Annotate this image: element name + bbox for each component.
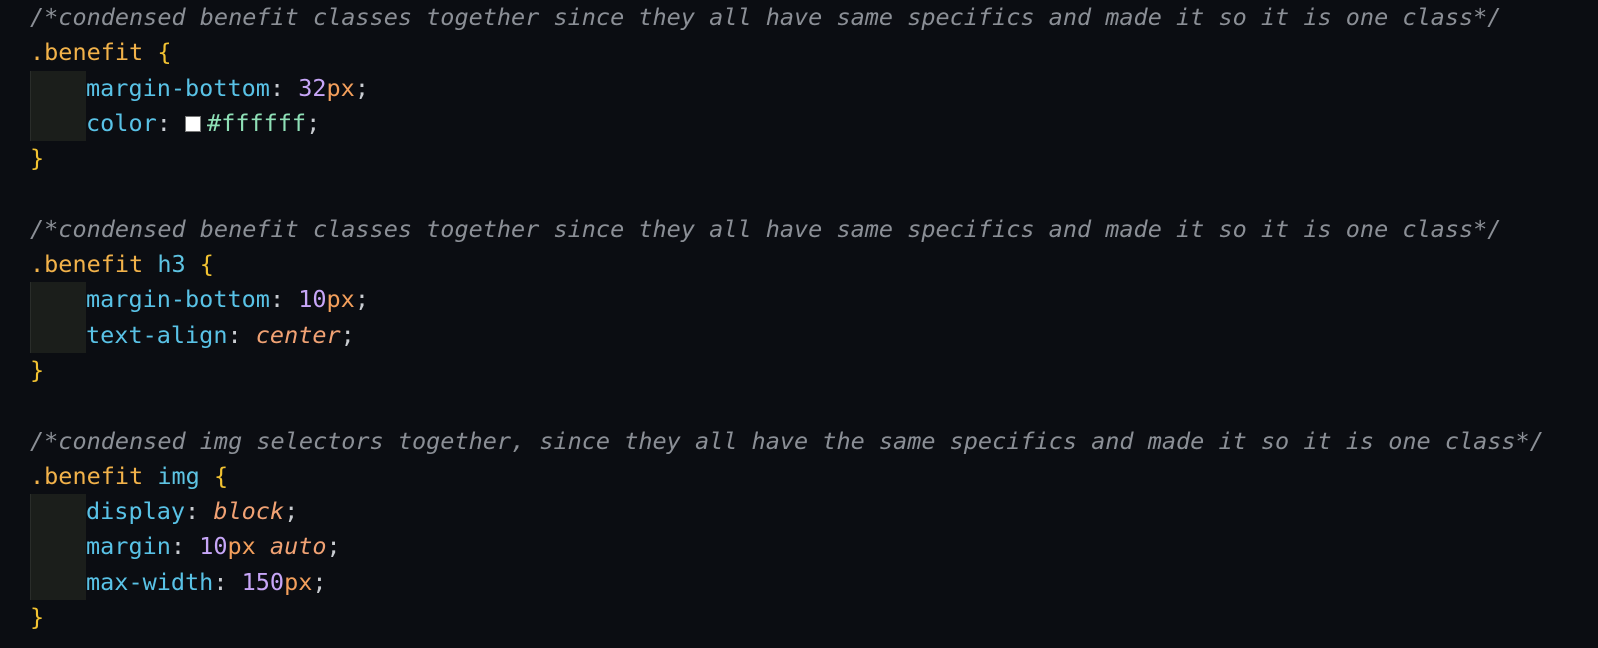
semicolon: ; xyxy=(354,285,369,314)
color-swatch-icon[interactable] xyxy=(185,115,202,132)
indent-guide xyxy=(30,282,86,318)
css-keyword-value: center xyxy=(255,320,341,349)
css-property: color xyxy=(86,108,157,137)
open-brace: { xyxy=(157,38,172,67)
css-keyword-value: block xyxy=(213,497,285,526)
css-property: text-align xyxy=(86,320,228,349)
code-line-close[interactable]: } xyxy=(30,600,1590,635)
code-line-declaration[interactable]: text-align: center; xyxy=(30,317,1590,353)
css-selector-element: img xyxy=(143,461,200,490)
code-line-comment[interactable]: /*condensed benefit classes together sin… xyxy=(30,0,1590,35)
open-brace: { xyxy=(199,250,214,279)
css-unit: px xyxy=(326,73,355,102)
semicolon: ; xyxy=(284,497,299,526)
semicolon: ; xyxy=(312,567,327,596)
css-property: margin-bottom xyxy=(86,285,270,314)
css-selector-class: .benefit xyxy=(30,250,144,279)
indent-guide xyxy=(30,317,86,353)
css-unit: px xyxy=(227,532,256,561)
code-line-close[interactable]: } xyxy=(30,141,1590,176)
close-brace: } xyxy=(30,144,45,173)
css-number: 150 xyxy=(241,567,285,596)
code-line-selector[interactable]: .benefit h3 { xyxy=(30,247,1590,282)
code-comment: /*condensed benefit classes together sin… xyxy=(30,3,1502,31)
css-property: margin xyxy=(86,532,171,561)
css-property: max-width xyxy=(86,567,214,596)
code-line-declaration[interactable]: color: #ffffff; xyxy=(30,105,1590,142)
code-comment: /*condensed img selectors together, sinc… xyxy=(30,426,1544,455)
code-line-declaration[interactable]: max-width: 150px; xyxy=(30,564,1590,601)
semicolon: ; xyxy=(326,532,341,561)
open-brace: { xyxy=(213,461,229,490)
css-number: 10 xyxy=(298,285,327,314)
code-line-declaration[interactable]: display: block; xyxy=(30,494,1590,530)
code-line-blank[interactable] xyxy=(30,388,1590,423)
css-number: 32 xyxy=(298,73,327,102)
close-brace: } xyxy=(30,355,45,384)
css-property: margin-bottom xyxy=(86,73,270,102)
code-line-declaration[interactable]: margin-bottom: 32px; xyxy=(30,70,1590,106)
close-brace: } xyxy=(30,603,45,632)
code-line-blank[interactable] xyxy=(30,176,1590,211)
css-hex-value: #ffffff xyxy=(207,108,307,137)
indent-guide xyxy=(30,494,86,530)
indent-guide xyxy=(30,529,86,565)
indent-guide xyxy=(30,70,86,106)
code-line-selector[interactable]: .benefit { xyxy=(30,35,1590,70)
css-unit: px xyxy=(326,285,355,314)
code-line-declaration[interactable]: margin: 10px auto; xyxy=(30,529,1590,565)
css-unit: px xyxy=(284,567,313,596)
css-property: display xyxy=(86,497,186,526)
semicolon: ; xyxy=(340,320,355,349)
code-line-comment[interactable]: /*condensed img selectors together, sinc… xyxy=(30,424,1590,459)
css-selector-element: h3 xyxy=(143,250,186,279)
css-selector-class: .benefit xyxy=(30,38,144,67)
css-keyword-value: auto xyxy=(255,532,327,561)
semicolon: ; xyxy=(354,73,369,102)
code-comment: /*condensed benefit classes together sin… xyxy=(30,214,1502,243)
css-number: 10 xyxy=(199,532,228,561)
code-line-comment[interactable]: /*condensed benefit classes together sin… xyxy=(30,212,1590,247)
code-line-declaration[interactable]: margin-bottom: 10px; xyxy=(30,282,1590,318)
semicolon: ; xyxy=(306,108,321,137)
code-editor[interactable]: /*condensed benefit classes together sin… xyxy=(30,0,1590,635)
code-line-close[interactable]: } xyxy=(30,353,1590,388)
indent-guide xyxy=(30,564,86,601)
css-selector-class: .benefit xyxy=(30,461,144,490)
code-line-selector[interactable]: .benefit img { xyxy=(30,459,1590,494)
indent-guide xyxy=(30,105,86,142)
